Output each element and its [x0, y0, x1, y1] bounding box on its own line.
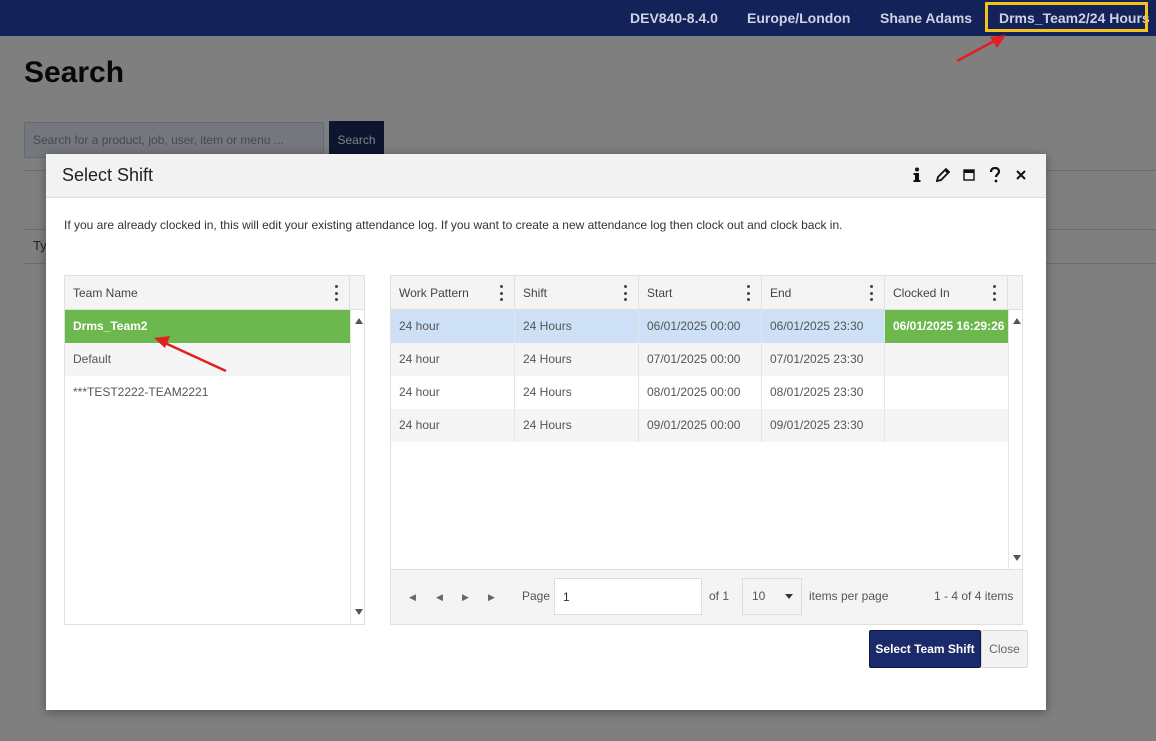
- column-label: Team Name: [73, 286, 138, 300]
- end-cell: 07/01/2025 23:30: [762, 343, 885, 376]
- start-column-header[interactable]: Start: [639, 276, 762, 310]
- work-pattern-cell: 24 hour: [391, 310, 515, 343]
- team-row[interactable]: Default: [65, 343, 350, 376]
- column-label: End: [770, 286, 792, 300]
- page-number-input[interactable]: [554, 578, 702, 615]
- close-button[interactable]: Close: [981, 630, 1028, 668]
- shift-grid: Work Pattern Shift Start End Clocked In …: [390, 275, 1023, 570]
- column-label: Work Pattern: [399, 286, 469, 300]
- scroll-down-icon[interactable]: [355, 609, 363, 615]
- clocked-in-column-header[interactable]: Clocked In: [885, 276, 1008, 310]
- shift-grid-header: Work Pattern Shift Start End Clocked In: [391, 276, 1022, 310]
- scroll-up-icon[interactable]: [355, 318, 363, 324]
- column-menu-icon[interactable]: [747, 285, 751, 301]
- start-cell: 06/01/2025 00:00: [639, 310, 762, 343]
- team-row[interactable]: ***TEST2222-TEAM2221: [65, 376, 350, 409]
- end-column-header[interactable]: End: [762, 276, 885, 310]
- info-icon[interactable]: [906, 164, 928, 186]
- help-icon[interactable]: [984, 164, 1006, 186]
- shift-grid-scrollbar[interactable]: [1008, 310, 1022, 569]
- timezone-label[interactable]: Europe/London: [747, 0, 850, 36]
- next-page-icon[interactable]: ▶: [462, 592, 469, 603]
- user-menu[interactable]: Shane Adams: [880, 0, 972, 36]
- end-cell: 06/01/2025 23:30: [762, 310, 885, 343]
- clocked-in-cell: [885, 409, 1008, 442]
- shift-row[interactable]: 24 hour 24 Hours 09/01/2025 00:00 09/01/…: [391, 409, 1008, 442]
- shift-row[interactable]: 24 hour 24 Hours 07/01/2025 00:00 07/01/…: [391, 343, 1008, 376]
- maximize-icon[interactable]: [958, 164, 980, 186]
- start-cell: 07/01/2025 00:00: [639, 343, 762, 376]
- highlight-box: [985, 2, 1148, 32]
- work-pattern-cell: 24 hour: [391, 409, 515, 442]
- shift-cell: 24 Hours: [515, 409, 639, 442]
- start-cell: 08/01/2025 00:00: [639, 376, 762, 409]
- clocked-in-cell: [885, 376, 1008, 409]
- page-label: Page: [522, 589, 551, 603]
- column-label: Shift: [523, 286, 548, 300]
- scroll-down-icon[interactable]: [1013, 555, 1021, 561]
- prev-page-icon[interactable]: ◀: [436, 592, 443, 603]
- select-shift-dialog: Select Shift If you are already clocked …: [46, 154, 1046, 710]
- shift-row[interactable]: 24 hour 24 Hours 06/01/2025 00:00 06/01/…: [391, 310, 1008, 343]
- top-bar: DEV840-8.4.0 Europe/London Shane Adams D…: [0, 0, 1156, 36]
- work-pattern-column-header[interactable]: Work Pattern: [391, 276, 515, 310]
- end-cell: 08/01/2025 23:30: [762, 376, 885, 409]
- last-page-icon[interactable]: ▶​: [488, 592, 495, 603]
- team-grid: Team Name Drms_Team2 Default ***TEST2222…: [64, 275, 365, 625]
- shift-cell: 24 Hours: [515, 310, 639, 343]
- dialog-title: Select Shift: [62, 165, 154, 185]
- team-row[interactable]: Drms_Team2: [65, 310, 350, 343]
- clock-in-info-text: If you are already clocked in, this will…: [64, 218, 843, 232]
- version-label: DEV840-8.4.0: [630, 10, 718, 26]
- start-cell: 09/01/2025 00:00: [639, 409, 762, 442]
- pager: ◀​ ◀ ▶ ▶​ Page of 1 10 items per page 1 …: [390, 570, 1023, 625]
- shift-column-header[interactable]: Shift: [515, 276, 639, 310]
- caret-down-icon: [785, 594, 793, 599]
- page-size-select[interactable]: 10: [742, 578, 802, 615]
- close-icon[interactable]: [1010, 164, 1032, 186]
- work-pattern-cell: 24 hour: [391, 343, 515, 376]
- team-grid-scrollbar[interactable]: [350, 310, 364, 624]
- column-label: Clocked In: [893, 286, 950, 300]
- column-menu-icon[interactable]: [624, 285, 628, 301]
- shift-cell: 24 Hours: [515, 376, 639, 409]
- clocked-in-cell: [885, 343, 1008, 376]
- first-page-icon[interactable]: ◀​: [409, 592, 416, 603]
- column-menu-icon[interactable]: [500, 285, 504, 301]
- work-pattern-cell: 24 hour: [391, 376, 515, 409]
- team-name-cell: Drms_Team2: [73, 319, 148, 333]
- team-grid-header: Team Name: [65, 276, 364, 310]
- pencil-icon[interactable]: [932, 164, 954, 186]
- select-team-shift-button[interactable]: Select Team Shift: [869, 630, 981, 668]
- column-label: Start: [647, 286, 673, 300]
- column-menu-icon[interactable]: [870, 285, 874, 301]
- page-size-value: 10: [752, 589, 766, 603]
- scroll-up-icon[interactable]: [1013, 318, 1021, 324]
- dialog-header: Select Shift: [46, 154, 1046, 198]
- team-name-cell: Default: [73, 352, 112, 366]
- page-count-label: of 1: [709, 589, 730, 603]
- column-menu-icon[interactable]: [335, 285, 339, 301]
- items-per-page-label: items per page: [809, 589, 889, 603]
- team-name-cell: ***TEST2222-TEAM2221: [73, 385, 209, 399]
- clocked-in-cell: 06/01/2025 16:29:26: [885, 310, 1008, 343]
- end-cell: 09/01/2025 23:30: [762, 409, 885, 442]
- team-name-column-header[interactable]: Team Name: [65, 276, 350, 310]
- shift-row[interactable]: 24 hour 24 Hours 08/01/2025 00:00 08/01/…: [391, 376, 1008, 409]
- shift-cell: 24 Hours: [515, 343, 639, 376]
- items-summary: 1 - 4 of 4 items: [934, 589, 1014, 603]
- column-menu-icon[interactable]: [993, 285, 997, 301]
